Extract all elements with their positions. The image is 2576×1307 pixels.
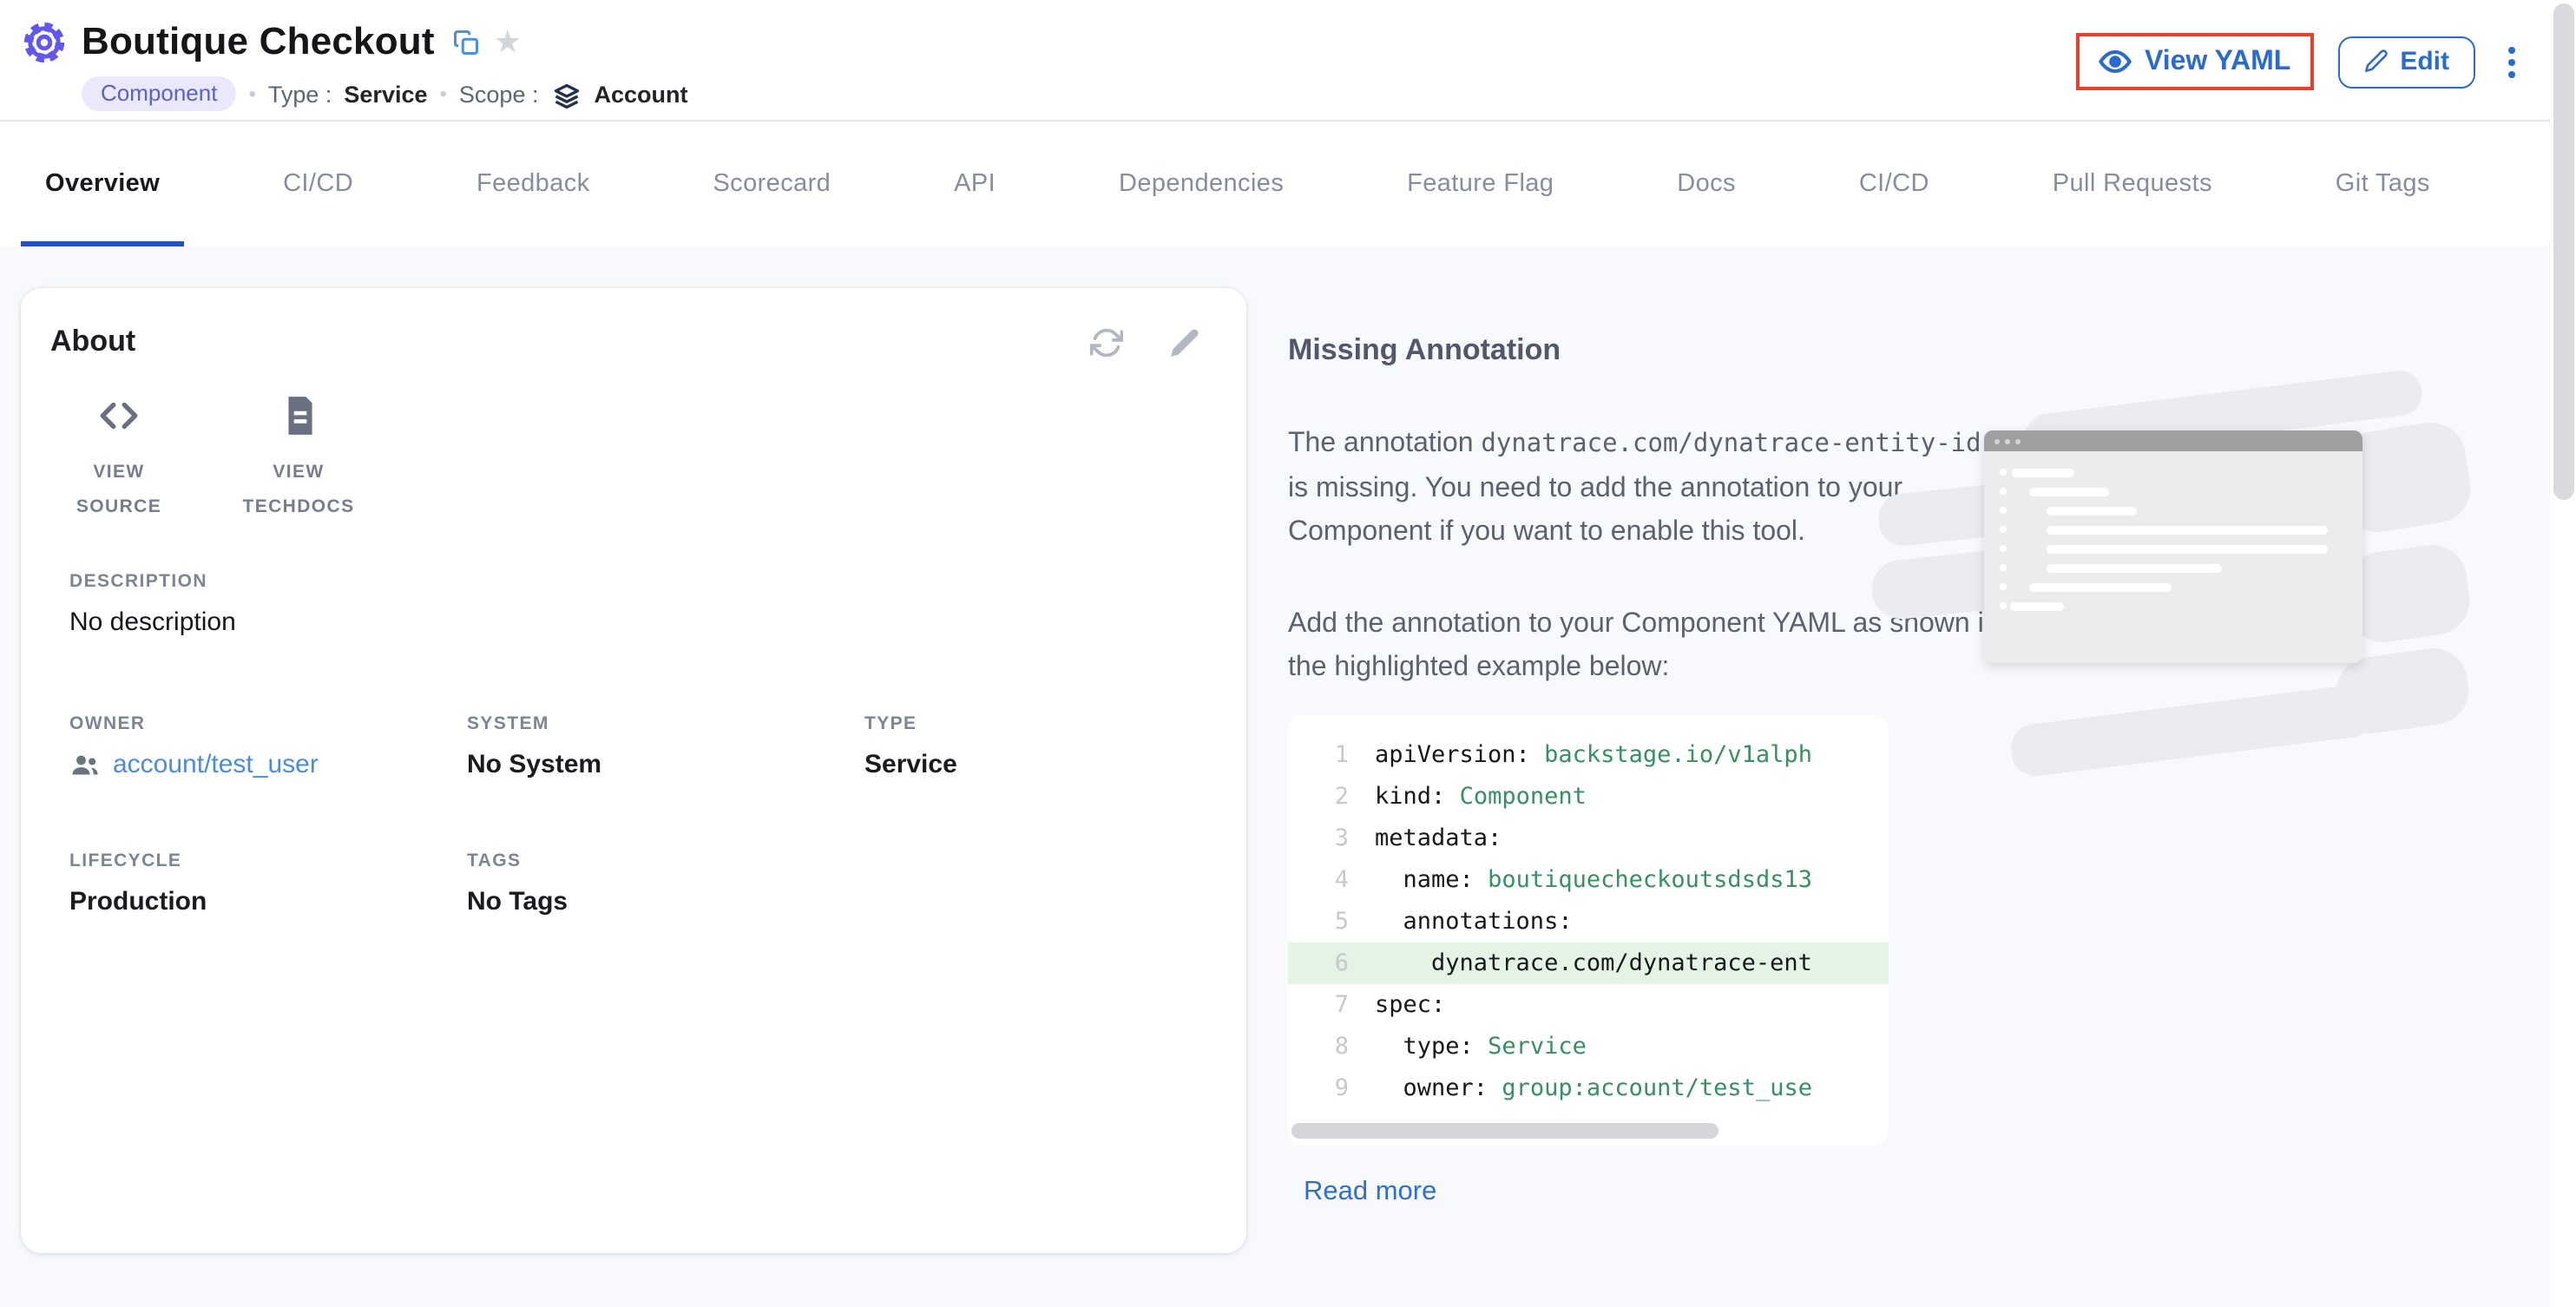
entity-type-value: Service: [344, 81, 427, 107]
code-line: 3metadata:: [1288, 818, 1889, 859]
owner-field: OWNER account/test_user: [69, 713, 467, 781]
edit-about-pencil-icon[interactable]: [1168, 325, 1201, 358]
lifecycle-field: LIFECYCLE Production: [69, 851, 467, 916]
separator-dot: •: [248, 82, 255, 106]
tab-docs[interactable]: Docs: [1653, 122, 1760, 246]
tags-field: TAGS No Tags: [467, 851, 864, 916]
tab-cicd[interactable]: CI/CD: [259, 122, 378, 246]
page-header: Boutique Checkout ★ Component • Type : S…: [0, 0, 2576, 122]
separator-dot: •: [440, 82, 447, 106]
code-horizontal-scrollbar[interactable]: [1291, 1123, 1718, 1139]
about-title: About: [50, 325, 135, 359]
annotation-instruction: Add the annotation to your Component YAM…: [1288, 602, 2007, 689]
tab-dependencies[interactable]: Dependencies: [1094, 122, 1308, 246]
group-icon: [69, 750, 101, 781]
system-field: SYSTEM No System: [467, 713, 864, 781]
view-techdocs-link[interactable]: VIEW TECHDOCS: [219, 394, 378, 526]
view-source-label: VIEW SOURCE: [62, 455, 176, 526]
missing-annotation-panel: Missing Annotation The annotation dynatr…: [1246, 288, 2576, 1307]
eye-icon: [2100, 45, 2132, 78]
tab-api[interactable]: API: [930, 122, 1020, 246]
header-left: Boutique Checkout ★ Component • Type : S…: [21, 14, 687, 120]
code-line: 8 type:Service: [1288, 1026, 1889, 1067]
browser-window-graphic: [1984, 430, 2362, 663]
pencil-icon: [2363, 49, 2388, 73]
tab-feature-flag[interactable]: Feature Flag: [1383, 122, 1578, 246]
panel-title: Missing Annotation: [1288, 333, 2576, 368]
yaml-code-block: 1apiVersion:backstage.io/v1alph 2kind:Co…: [1288, 715, 1889, 1146]
more-options-kebab-icon[interactable]: [2500, 39, 2524, 84]
tab-bar: Overview CI/CD Feedback Scorecard API De…: [0, 122, 2576, 246]
annotation-key: dynatrace.com/dynatrace-entity-id: [1481, 430, 1981, 458]
code-line: 5 annotations:: [1288, 901, 1889, 942]
content-area: About: [0, 246, 2576, 1307]
tab-pull-requests[interactable]: Pull Requests: [2028, 122, 2237, 246]
refresh-icon[interactable]: [1090, 325, 1123, 358]
browser-titlebar: [1984, 430, 2362, 451]
tab-overview[interactable]: Overview: [21, 122, 184, 246]
code-line: 2kind:Component: [1288, 776, 1889, 818]
entity-scope-label: Scope :: [459, 81, 539, 107]
owner-link[interactable]: account/test_user: [113, 751, 319, 780]
about-card: About: [21, 288, 1246, 1253]
entity-scope-value: Account: [594, 81, 687, 107]
code-line: 7spec:: [1288, 984, 1889, 1026]
view-source-link[interactable]: VIEW SOURCE: [54, 394, 184, 526]
annotation-highlight-box: View YAML: [2077, 33, 2313, 90]
entity-page: Boutique Checkout ★ Component • Type : S…: [0, 0, 2576, 1307]
page-scrollbar-thumb[interactable]: [2553, 3, 2573, 500]
page-scrollbar-track: [2550, 0, 2576, 1307]
entity-type-label: Type :: [268, 81, 332, 107]
tab-git-tags[interactable]: Git Tags: [2311, 122, 2454, 246]
description-value: No description: [69, 608, 1201, 637]
view-yaml-button[interactable]: View YAML: [2100, 45, 2290, 78]
read-more-link[interactable]: Read more: [1304, 1177, 1436, 1208]
scope-layers-icon: [554, 82, 580, 108]
tab-feedback[interactable]: Feedback: [452, 122, 614, 246]
annotation-message: The annotation dynatrace.com/dynatrace-e…: [1288, 422, 2007, 554]
code-line: 4 name:boutiquecheckoutsdsds13: [1288, 859, 1889, 901]
entity-kind-badge: Component: [82, 76, 236, 111]
view-techdocs-label: VIEW TECHDOCS: [241, 455, 356, 526]
code-line: 9 owner:group:account/test_use: [1288, 1067, 1889, 1109]
header-actions: View YAML Edit: [2077, 33, 2524, 90]
component-gear-icon: [21, 18, 68, 65]
entity-meta-row: Component • Type : Service • Scope : Acc…: [82, 75, 687, 113]
favorite-star-icon[interactable]: ★: [494, 26, 522, 57]
code-line: 1apiVersion:backstage.io/v1alph: [1288, 734, 1889, 776]
code-icon: [97, 394, 141, 437]
document-icon: [277, 394, 320, 437]
description-label: DESCRIPTION: [69, 571, 1201, 592]
page-title: Boutique Checkout: [82, 19, 435, 64]
edit-button[interactable]: Edit: [2337, 36, 2475, 88]
type-field: TYPE Service: [864, 713, 1201, 781]
copy-icon[interactable]: [454, 29, 480, 55]
code-line-highlighted: 6 dynatrace.com/dynatrace-ent: [1288, 942, 1889, 984]
tab-scorecard[interactable]: Scorecard: [688, 122, 855, 246]
tab-cicd-2[interactable]: CI/CD: [1835, 122, 1954, 246]
